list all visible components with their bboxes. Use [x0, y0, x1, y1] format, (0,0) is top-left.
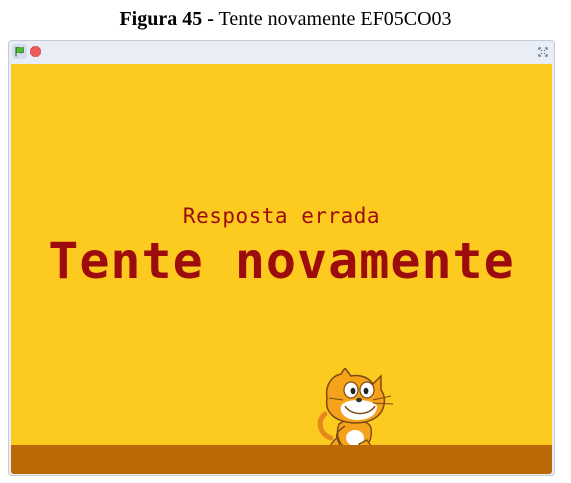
stop-button[interactable] [30, 46, 41, 57]
stop-icon [30, 46, 41, 57]
stage-subtitle: Resposta errada [182, 204, 381, 228]
fullscreen-button[interactable] [536, 45, 550, 59]
green-flag-button[interactable] [12, 44, 27, 59]
ground-strip [11, 445, 552, 474]
figure-label: Figura 45 - [119, 8, 214, 30]
figure-caption: Figura 45 - Tente novamente EF05CO03 [0, 8, 571, 31]
green-flag-icon [15, 46, 24, 57]
figure-title: Tente novamente EF05CO03 [218, 8, 452, 30]
player-controls [9, 41, 554, 63]
stage-headline: Tente novamente [48, 232, 515, 290]
stage[interactable]: Resposta errada Tente novamente [11, 64, 552, 474]
fullscreen-icon [538, 47, 548, 57]
scratch-player: Resposta errada Tente novamente [8, 40, 555, 476]
